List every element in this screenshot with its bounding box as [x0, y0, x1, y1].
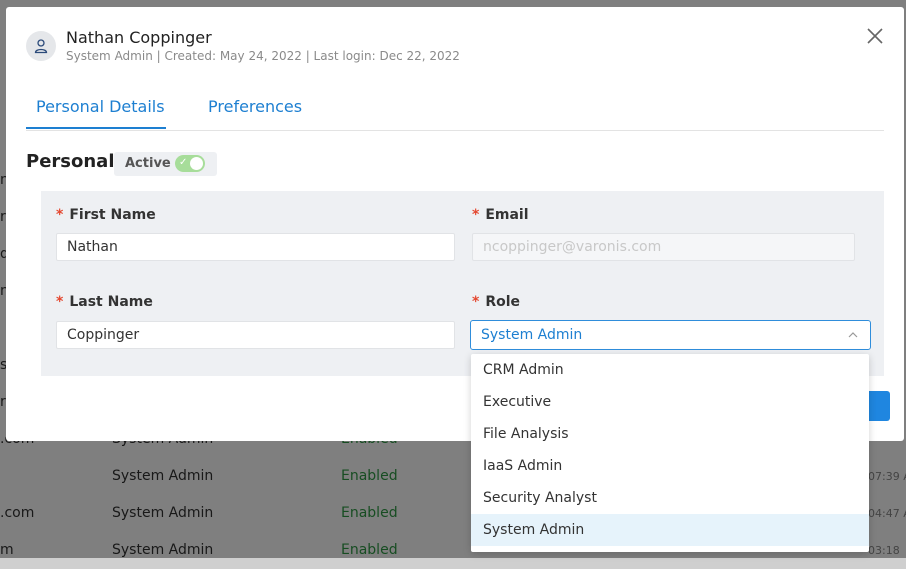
role-dropdown-menu: CRM Admin Executive File Analysis IaaS A…: [471, 354, 869, 552]
user-name: Nathan Coppinger: [66, 28, 212, 47]
avatar: [26, 31, 56, 61]
check-icon: ✓: [179, 157, 188, 168]
user-meta: System Admin | Created: May 24, 2022 | L…: [66, 49, 460, 63]
role-option-security-analyst[interactable]: Security Analyst: [471, 482, 869, 514]
last-name-input[interactable]: Coppinger: [56, 321, 455, 349]
user-icon: [34, 39, 48, 54]
tab-personal-details[interactable]: Personal Details: [36, 97, 165, 116]
role-option-file-analysis[interactable]: File Analysis: [471, 418, 869, 450]
email-label: * Email: [472, 207, 529, 223]
close-icon: [867, 28, 883, 44]
email-input[interactable]: ncoppinger@varonis.com: [472, 233, 855, 261]
active-status-pill: Active ✓: [114, 152, 217, 176]
role-select-value: System Admin: [481, 327, 583, 343]
tab-bar: Personal Details Preferences: [26, 93, 884, 131]
active-tab-indicator: [26, 127, 166, 129]
role-option-system-admin[interactable]: System Admin: [471, 514, 869, 546]
last-name-label: * Last Name: [56, 294, 153, 310]
active-status-label: Active: [125, 156, 171, 171]
role-option-executive[interactable]: Executive: [471, 386, 869, 418]
required-asterisk: *: [56, 294, 64, 310]
toggle-knob: [190, 157, 203, 170]
chevron-up-icon: [848, 332, 858, 338]
required-asterisk: *: [472, 294, 480, 310]
role-option-iaas-admin[interactable]: IaaS Admin: [471, 450, 869, 482]
role-select[interactable]: System Admin: [470, 320, 871, 350]
required-asterisk: *: [56, 207, 64, 223]
close-button[interactable]: [864, 25, 886, 47]
personal-form-panel: * First Name Nathan * Email ncoppinger@var…: [41, 191, 884, 376]
required-asterisk: *: [472, 207, 480, 223]
active-toggle[interactable]: ✓: [175, 155, 205, 172]
role-label: * Role: [472, 294, 521, 310]
section-title: Personal: [26, 151, 115, 172]
first-name-input[interactable]: Nathan: [56, 233, 455, 261]
tab-preferences[interactable]: Preferences: [208, 97, 302, 116]
first-name-label: * First Name: [56, 207, 156, 223]
role-option-crm-admin[interactable]: CRM Admin: [471, 354, 869, 386]
